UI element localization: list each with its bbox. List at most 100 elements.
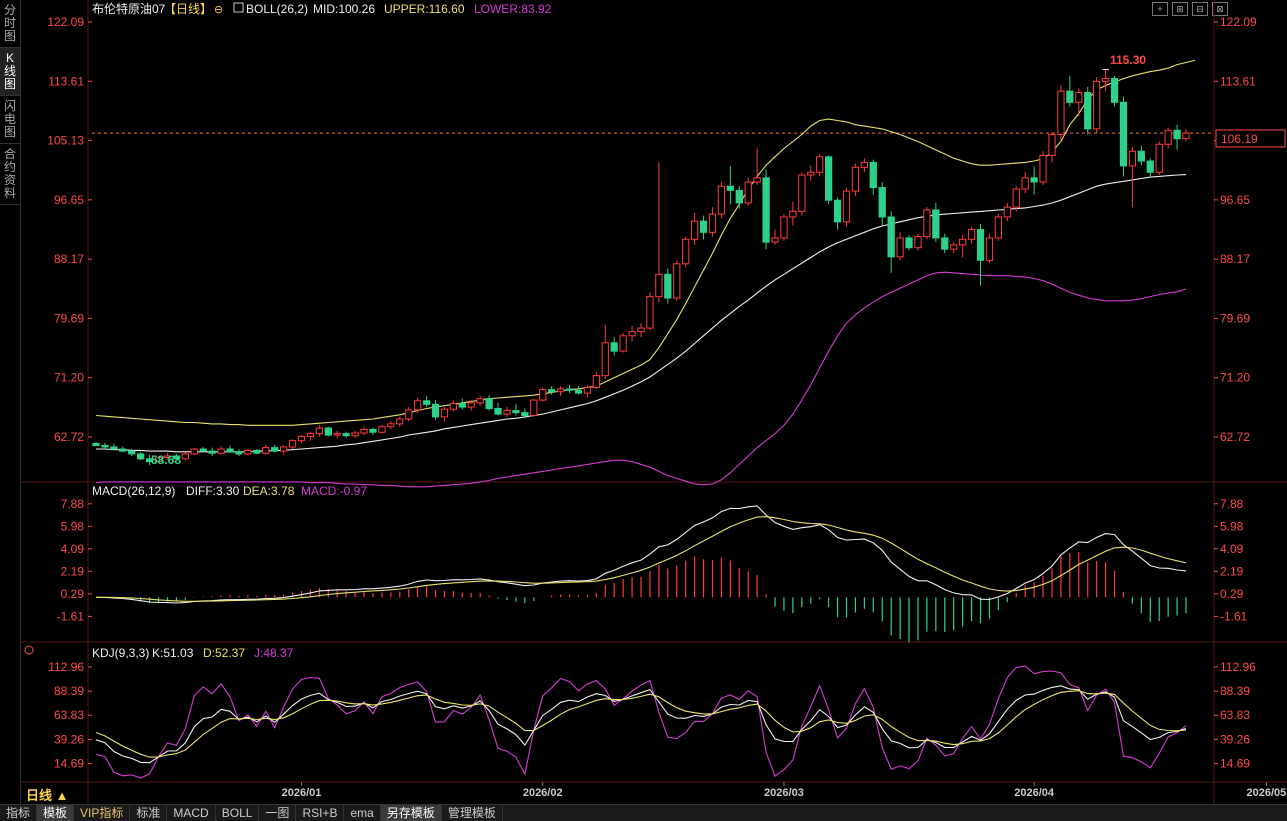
candle-5 [137, 451, 145, 461]
bottom-tab-5[interactable]: BOLL [216, 805, 260, 821]
candle-99 [976, 223, 985, 286]
candle-body-21 [279, 446, 288, 452]
candle-body-19 [262, 447, 270, 454]
candle-85 [851, 163, 860, 196]
candle-body-99 [976, 229, 985, 261]
candle-92 [914, 233, 922, 251]
boll-lower-value: LOWER:83.92 [474, 2, 552, 16]
macd-tick-label-right-1: 0.29 [1220, 587, 1244, 601]
candle-body-29 [351, 432, 359, 437]
candle-body-40 [449, 403, 458, 410]
candle-body-66 [682, 238, 690, 265]
candle-body-90 [896, 237, 904, 258]
kdj-d-value: D:52.37 [203, 646, 245, 660]
candle-60 [628, 326, 636, 342]
candle-116 [1128, 147, 1137, 208]
bottom-tab-0[interactable]: 指标 [0, 805, 38, 821]
candle-21 [279, 445, 288, 455]
macd-tick-label-right-4: 5.98 [1220, 519, 1244, 533]
candle-78 [789, 201, 797, 226]
macd-tick-label-left-1: 0.29 [61, 587, 85, 601]
candle-body-94 [932, 209, 940, 239]
candle-body-45 [494, 407, 502, 415]
bottom-tab-4[interactable]: MACD [167, 805, 216, 821]
candle-body-64 [664, 273, 672, 299]
macd-tick-label-left-0: -1.61 [57, 609, 85, 623]
candle-59 [619, 332, 627, 353]
period-label: 【日线】 [164, 2, 212, 16]
main-tick-label-left-6: 113.61 [48, 74, 84, 88]
bottom-tab-1[interactable]: 模板 [37, 805, 75, 821]
candle-37 [422, 395, 431, 408]
bottom-tab-3[interactable]: 标准 [130, 805, 168, 821]
candle-54 [574, 386, 583, 395]
candle-40 [449, 400, 458, 412]
candle-body-81 [816, 156, 824, 173]
candle-58 [610, 337, 618, 356]
candle-18 [253, 449, 261, 454]
candle-body-80 [807, 171, 815, 176]
candle-body-62 [646, 296, 654, 329]
candle-body-1 [101, 445, 109, 448]
macd-tick-label-left-5: 7.88 [61, 497, 85, 511]
bottom-tab-8[interactable]: ema [344, 805, 381, 821]
bottom-tab-6[interactable]: 一图 [259, 805, 297, 821]
main-tick-label-left-2: 79.69 [54, 311, 84, 325]
candle-body-0 [92, 442, 100, 447]
candle-26 [324, 426, 332, 437]
candle-body-74 [753, 177, 761, 183]
macd-dea-value: DEA:3.78 [243, 484, 295, 498]
candle-43 [476, 395, 484, 406]
candle-102 [1003, 202, 1011, 222]
kdj-tick-label-left-3: 88.39 [54, 684, 84, 698]
x-tick-label-3: 2026/04 [1014, 787, 1055, 799]
candle-body-41 [458, 403, 466, 408]
candle-86 [860, 158, 868, 173]
macd-macd-value: MACD:-0.97 [301, 484, 367, 498]
candle-57 [601, 324, 609, 380]
macd-tick-label-left-3: 4.09 [61, 542, 85, 556]
period-ribbon[interactable]: 日线 ▲ [26, 785, 69, 804]
candle-10 [181, 452, 189, 461]
candle-body-14 [217, 448, 225, 454]
candle-27 [333, 430, 341, 439]
candle-body-36 [414, 400, 422, 411]
candle-67 [690, 212, 699, 245]
kdj-d-line [95, 690, 1187, 758]
kdj-tick-label-left-1: 39.26 [54, 732, 84, 746]
macd-tick-label-right-5: 7.88 [1220, 497, 1244, 511]
x-tick-label-0: 2026/01 [282, 787, 322, 799]
candle-body-77 [780, 216, 788, 239]
candle-105 [1030, 166, 1038, 195]
candle-body-43 [476, 398, 484, 404]
bottom-tab-9[interactable]: 另存模板 [380, 805, 442, 821]
candle-body-46 [503, 410, 511, 415]
kdj-tick-label-left-2: 63.83 [54, 708, 84, 722]
bottom-tab-10[interactable]: 管理模板 [442, 805, 503, 821]
chart-type-icon[interactable] [233, 2, 244, 13]
main-tick-label-left-7: 122.09 [47, 15, 84, 29]
candle-113 [1101, 69, 1110, 92]
candle-74 [753, 148, 761, 185]
candle-body-71 [726, 185, 734, 191]
chart-canvas[interactable]: 62.72 62.72 71.20 71.20 79.69 79.69 88.17 88.17… [0, 0, 1287, 805]
settings-icon[interactable]: ⊖ [214, 4, 223, 16]
candle-38 [431, 400, 440, 420]
candle-63 [655, 162, 663, 303]
candle-68 [699, 215, 708, 240]
candle-28 [342, 431, 350, 438]
candle-64 [664, 268, 672, 304]
bottom-tab-2[interactable]: VIP指标 [74, 805, 131, 821]
candle-108 [1057, 85, 1065, 141]
kdj-settings-icon[interactable] [24, 645, 34, 655]
candle-body-12 [199, 448, 207, 452]
candle-82 [824, 155, 833, 205]
candle-body-16 [235, 451, 243, 455]
candle-body-18 [253, 449, 261, 454]
candle-body-93 [923, 209, 931, 238]
candle-120 [1164, 127, 1172, 149]
kdj-tick-label-right-3: 88.39 [1220, 684, 1250, 698]
candle-15 [226, 445, 234, 454]
kdj-tick-label-right-2: 63.83 [1220, 708, 1250, 722]
bottom-tab-7[interactable]: RSI+B [296, 805, 345, 821]
